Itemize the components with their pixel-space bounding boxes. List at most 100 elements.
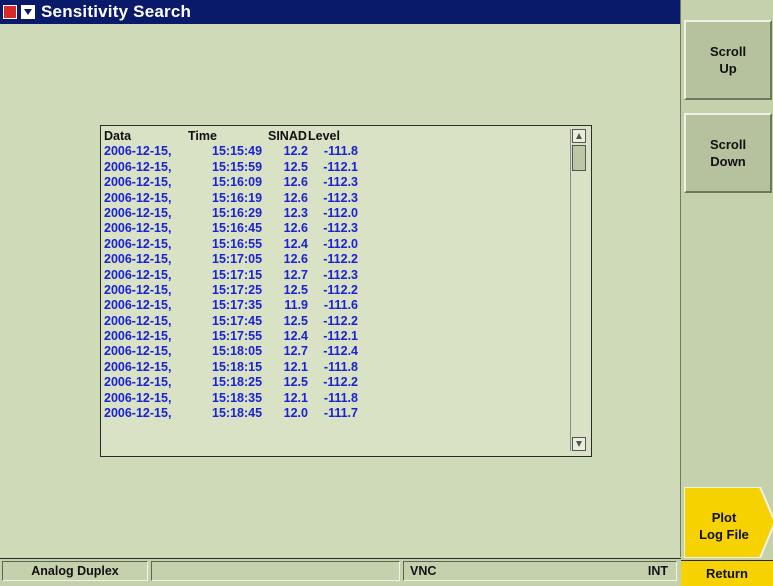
window-title: Sensitivity Search	[41, 2, 192, 21]
cell-time: 15:18:35	[212, 390, 263, 405]
cell-time: 15:17:15	[212, 267, 263, 282]
cell-level: -111.6	[323, 298, 358, 313]
table-row[interactable]: 2006-12-15, 15:18:15 12.1 -111.8	[104, 360, 569, 375]
cell-time: 15:18:15	[212, 359, 263, 374]
status-mode: Analog Duplex	[2, 561, 148, 581]
plot-log-file-label: Plot Log File	[699, 510, 749, 542]
header-date: Data	[104, 129, 132, 143]
cell-date: 2006-12-15,	[104, 344, 172, 359]
cell-level: -112.3	[323, 190, 358, 205]
scroll-up-button[interactable]: Scroll Up	[684, 20, 772, 100]
cell-sinad: 12.5	[283, 313, 308, 328]
table-row[interactable]: 2006-12-15, 15:17:25 12.5 -112.2	[104, 283, 569, 298]
scroll-thumb[interactable]	[572, 145, 586, 171]
log-table: Data Time SINAD Level 2006-12-15, 15:15:4…	[104, 129, 569, 421]
scroll-up-arrow-icon[interactable]	[572, 129, 586, 143]
cell-time: 15:15:59	[212, 159, 263, 174]
table-row[interactable]: 2006-12-15, 15:15:59 12.5 -112.1	[104, 160, 569, 175]
cell-date: 2006-12-15,	[104, 406, 172, 421]
table-row[interactable]: 2006-12-15, 15:18:35 12.1 -111.8	[104, 391, 569, 406]
status-connection-text: VNC	[410, 564, 437, 578]
dropdown-menu-icon[interactable]	[21, 5, 35, 19]
cell-sinad: 12.4	[283, 236, 308, 251]
log-listbox[interactable]: Data Time SINAD Level 2006-12-15, 15:15:4…	[100, 125, 592, 457]
cell-date: 2006-12-15,	[104, 267, 172, 282]
cell-time: 15:16:19	[212, 190, 263, 205]
status-mode-text: Analog Duplex	[31, 564, 119, 578]
cell-level: -112.3	[323, 175, 358, 190]
table-row[interactable]: 2006-12-15, 15:18:25 12.5 -112.2	[104, 375, 569, 390]
cell-time: 15:17:05	[212, 252, 263, 267]
scroll-up-label: Scroll Up	[709, 44, 747, 76]
cell-sinad: 12.5	[283, 159, 308, 174]
header-sinad: SINAD	[268, 129, 307, 143]
return-button[interactable]: Return	[681, 560, 773, 586]
plot-log-file-button[interactable]: Plot Log File	[684, 487, 773, 558]
status-bar: Analog Duplex VNC INT	[0, 558, 681, 586]
cell-date: 2006-12-15,	[104, 144, 172, 159]
cell-level: -112.2	[323, 313, 358, 328]
table-row[interactable]: 2006-12-15, 15:16:55 12.4 -112.0	[104, 237, 569, 252]
scroll-down-arrow-icon[interactable]	[572, 437, 586, 451]
system-menu-icon[interactable]	[3, 5, 17, 19]
cell-time: 15:17:25	[212, 282, 263, 297]
cell-level: -112.2	[323, 252, 358, 267]
cell-date: 2006-12-15,	[104, 359, 172, 374]
cell-date: 2006-12-15,	[104, 298, 172, 313]
cell-date: 2006-12-15,	[104, 190, 172, 205]
return-label: Return	[706, 566, 748, 581]
cell-level: -112.0	[323, 205, 358, 220]
table-row[interactable]: 2006-12-15, 15:17:05 12.6 -112.2	[104, 252, 569, 267]
cell-date: 2006-12-15,	[104, 313, 172, 328]
status-middle	[151, 561, 400, 581]
table-row[interactable]: 2006-12-15, 15:15:49 12.2 -111.8	[104, 144, 569, 159]
cell-date: 2006-12-15,	[104, 221, 172, 236]
cell-sinad: 12.0	[283, 406, 308, 421]
cell-time: 15:18:05	[212, 344, 263, 359]
cell-sinad: 12.7	[283, 267, 308, 282]
cell-time: 15:16:45	[212, 221, 263, 236]
softkey-sidebar: Scroll Up Scroll Down Plot Log File Retu…	[681, 0, 773, 586]
table-row[interactable]: 2006-12-15, 15:18:45 12.0 -111.7	[104, 406, 569, 421]
cell-level: -112.0	[323, 236, 358, 251]
cell-time: 15:17:55	[212, 329, 263, 344]
cell-date: 2006-12-15,	[104, 329, 172, 344]
header-time: Time	[188, 129, 217, 143]
cell-time: 15:16:55	[212, 236, 263, 251]
table-row[interactable]: 2006-12-15, 15:17:35 11.9 -111.6	[104, 298, 569, 313]
cell-time: 15:15:49	[212, 144, 263, 159]
table-row[interactable]: 2006-12-15, 15:17:55 12.4 -112.1	[104, 329, 569, 344]
cell-level: -111.7	[323, 406, 358, 421]
scroll-down-button[interactable]: Scroll Down	[684, 113, 772, 193]
cell-time: 15:16:09	[212, 175, 263, 190]
cell-sinad: 12.2	[283, 144, 308, 159]
table-header: Data Time SINAD Level	[104, 129, 569, 144]
cell-sinad: 12.6	[283, 221, 308, 236]
status-connection: VNC INT	[403, 561, 677, 581]
cell-sinad: 12.6	[283, 175, 308, 190]
table-row[interactable]: 2006-12-15, 15:16:29 12.3 -112.0	[104, 206, 569, 221]
cell-sinad: 12.6	[283, 252, 308, 267]
table-row[interactable]: 2006-12-15, 15:16:45 12.6 -112.3	[104, 221, 569, 236]
cell-date: 2006-12-15,	[104, 159, 172, 174]
cell-date: 2006-12-15,	[104, 252, 172, 267]
table-row[interactable]: 2006-12-15, 15:16:19 12.6 -112.3	[104, 191, 569, 206]
vertical-scrollbar[interactable]	[570, 129, 587, 451]
cell-date: 2006-12-15,	[104, 205, 172, 220]
table-row[interactable]: 2006-12-15, 15:17:45 12.5 -112.2	[104, 314, 569, 329]
cell-level: -112.2	[323, 375, 358, 390]
cell-level: -112.1	[323, 329, 358, 344]
table-row[interactable]: 2006-12-15, 15:16:09 12.6 -112.3	[104, 175, 569, 190]
cell-time: 15:17:35	[212, 298, 263, 313]
table-row[interactable]: 2006-12-15, 15:17:15 12.7 -112.3	[104, 268, 569, 283]
cell-level: -111.8	[323, 144, 358, 159]
cell-date: 2006-12-15,	[104, 175, 172, 190]
cell-time: 15:18:45	[212, 406, 263, 421]
cell-level: -112.4	[323, 344, 358, 359]
cell-date: 2006-12-15,	[104, 375, 172, 390]
cell-sinad: 12.5	[283, 375, 308, 390]
cell-sinad: 12.1	[283, 390, 308, 405]
cell-sinad: 11.9	[284, 298, 308, 313]
table-row[interactable]: 2006-12-15, 15:18:05 12.7 -112.4	[104, 344, 569, 359]
cell-sinad: 12.1	[283, 359, 308, 374]
